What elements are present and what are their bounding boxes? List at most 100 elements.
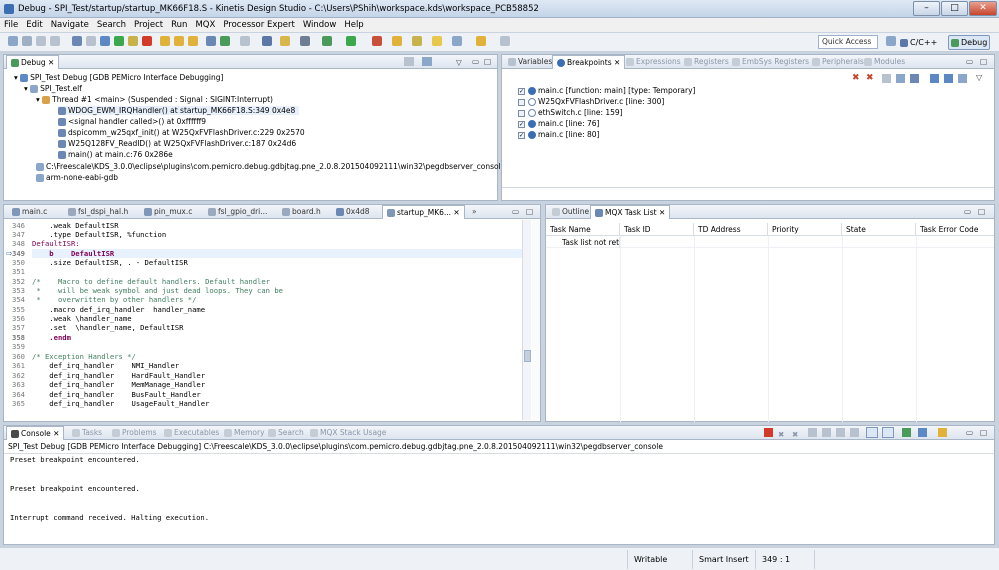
close-button[interactable]: ✕ bbox=[969, 1, 997, 16]
link-icon[interactable] bbox=[958, 74, 967, 83]
menu-project[interactable]: Project bbox=[130, 20, 167, 30]
tab-peripherals[interactable]: Peripherals bbox=[808, 55, 868, 69]
maximize-view-icon[interactable]: □ bbox=[484, 55, 491, 68]
menu-processor-expert[interactable]: Processor Expert bbox=[219, 20, 299, 30]
display-console-icon[interactable] bbox=[918, 428, 927, 437]
menu-edit[interactable]: Edit bbox=[22, 20, 46, 30]
pen-icon[interactable] bbox=[412, 36, 422, 46]
breakpoint-item[interactable]: ✓ main.c [function: main] [type: Temporar… bbox=[518, 86, 695, 95]
stack-frame[interactable]: W25Q128FV_ReadID() at W25QxFVFlashDriver… bbox=[58, 139, 296, 148]
tab-disassembly[interactable]: 0x4d8 bbox=[332, 205, 374, 219]
disconnect-icon[interactable] bbox=[86, 36, 96, 46]
connect-icon[interactable] bbox=[100, 36, 110, 46]
tree-launch[interactable]: ▾ SPI_Test Debug [GDB PEMicro Interface … bbox=[14, 73, 223, 82]
maximize-view-icon[interactable]: □ bbox=[978, 205, 985, 218]
step-into-icon[interactable] bbox=[160, 36, 170, 46]
code-line[interactable]: 363 def_irq_handler MemManage_Handler bbox=[12, 380, 205, 389]
clear-console-icon[interactable] bbox=[836, 428, 845, 437]
code-line[interactable]: 356 .weak \handler_name bbox=[12, 314, 132, 323]
code-line[interactable]: 362 def_irq_handler HardFault_Handler bbox=[12, 371, 205, 380]
menu-file[interactable]: File bbox=[0, 20, 22, 30]
console-output[interactable]: Preset breakpoint encountered. Preset br… bbox=[4, 453, 994, 545]
collapse-icon[interactable] bbox=[422, 57, 432, 66]
code-line[interactable]: 351 bbox=[12, 267, 32, 276]
editor-vertical-scrollbar[interactable] bbox=[522, 220, 531, 420]
pin-console-icon[interactable] bbox=[902, 428, 911, 437]
terminate-icon[interactable] bbox=[764, 428, 773, 437]
suspend-icon[interactable] bbox=[128, 36, 138, 46]
table-row[interactable]: Task list not retrie bbox=[546, 237, 994, 248]
breakpoint-checkbox[interactable]: ✓ bbox=[518, 131, 525, 139]
menu-help[interactable]: Help bbox=[340, 20, 367, 30]
stack-frame[interactable]: main() at main.c:76 0x286e bbox=[58, 150, 173, 159]
scrollbar-thumb[interactable] bbox=[524, 350, 531, 362]
use-step-filters-icon[interactable] bbox=[240, 36, 250, 46]
maximize-button[interactable]: □ bbox=[941, 1, 968, 16]
minimize-view-icon[interactable]: ▭ bbox=[966, 426, 973, 439]
open-folder-icon[interactable] bbox=[392, 36, 402, 46]
minimize-button[interactable]: – bbox=[913, 1, 940, 16]
scroll-lock-icon[interactable] bbox=[822, 428, 831, 437]
open-console-icon[interactable] bbox=[938, 428, 947, 437]
tree-server-process[interactable]: C:\Freescale\KDS_3.0.0\eclipse\plugins\c… bbox=[36, 162, 505, 171]
processor-expert-icon[interactable] bbox=[280, 36, 290, 46]
menu-navigate[interactable]: Navigate bbox=[47, 20, 93, 30]
code-line[interactable]: 358 .endm bbox=[12, 333, 71, 342]
minimize-view-icon[interactable]: ▭ bbox=[512, 205, 519, 218]
tab-breakpoints[interactable]: Breakpoints ✕ bbox=[552, 55, 626, 69]
tree-gdb-process[interactable]: arm-none-eabi-gdb bbox=[36, 173, 118, 182]
show-supported-icon[interactable] bbox=[882, 74, 891, 83]
menu-window[interactable]: Window bbox=[299, 20, 341, 30]
skip-breakpoints-icon[interactable] bbox=[72, 36, 82, 46]
tree-elf[interactable]: ▾ SPI_Test.elf bbox=[24, 84, 82, 93]
restart-icon[interactable] bbox=[220, 36, 230, 46]
external-tools-icon[interactable] bbox=[372, 36, 382, 46]
code-line[interactable]: 361 def_irq_handler NMI_Handler bbox=[12, 361, 179, 370]
back-icon[interactable] bbox=[476, 36, 486, 46]
minimize-view-icon[interactable]: ▭ bbox=[966, 55, 973, 68]
code-line-current[interactable]: 349 b DefaultISR bbox=[12, 249, 114, 258]
column-td-address[interactable]: TD Address bbox=[694, 223, 768, 236]
menu-run[interactable]: Run bbox=[167, 20, 191, 30]
stack-frame[interactable]: <signal handler called>() at 0xffffff9 bbox=[58, 117, 206, 126]
code-line[interactable]: 354 * overwritten by other handlers */ bbox=[12, 295, 196, 304]
tab-outline[interactable]: Outline bbox=[548, 205, 593, 219]
tab-tasks[interactable]: Tasks bbox=[68, 426, 106, 440]
code-line[interactable]: 348 DefaultISR: bbox=[12, 239, 80, 248]
tree-thread[interactable]: ▾ Thread #1 <main> (Suspended : Signal :… bbox=[36, 95, 273, 104]
tab-fsl-dspi-hal-h[interactable]: fsl_dspi_hal.h bbox=[64, 205, 132, 219]
word-wrap-icon[interactable] bbox=[850, 428, 859, 437]
tab-fsl-gpio-dri[interactable]: fsl_gpio_dri... bbox=[204, 205, 271, 219]
print-icon[interactable] bbox=[50, 36, 60, 46]
tab-main-c[interactable]: main.c bbox=[8, 205, 51, 219]
step-over-icon[interactable] bbox=[174, 36, 184, 46]
code-line[interactable]: 364 def_irq_handler BusFault_Handler bbox=[12, 390, 201, 399]
expand-all-icon[interactable] bbox=[930, 74, 939, 83]
next-annotation-icon[interactable] bbox=[452, 36, 462, 46]
column-task-id[interactable]: Task ID bbox=[620, 223, 694, 236]
remove-all-breakpoints-icon[interactable]: ✖ bbox=[866, 73, 874, 83]
save-icon[interactable] bbox=[22, 36, 32, 46]
column-priority[interactable]: Priority bbox=[768, 223, 842, 236]
tab-executables[interactable]: Executables bbox=[160, 426, 223, 440]
remove-breakpoint-icon[interactable]: ✖ bbox=[852, 73, 860, 83]
code-line[interactable]: 359 bbox=[12, 342, 32, 351]
collapse-all-icon[interactable] bbox=[944, 74, 953, 83]
maximize-view-icon[interactable]: □ bbox=[980, 55, 987, 68]
tab-mqx-task-list[interactable]: MQX Task List ✕ bbox=[590, 205, 671, 219]
new-icon[interactable] bbox=[8, 36, 18, 46]
minimize-view-icon[interactable]: ▭ bbox=[472, 55, 479, 68]
tab-variables[interactable]: Variables bbox=[504, 55, 556, 69]
run-icon[interactable] bbox=[346, 36, 356, 46]
breakpoint-item[interactable]: W25QxFVFlashDriver.c [line: 300] bbox=[518, 97, 664, 106]
perspective-debug[interactable]: Debug bbox=[948, 35, 990, 50]
perspective-c-cpp[interactable]: C/C++ bbox=[900, 35, 944, 50]
tab-console[interactable]: Console ✕ bbox=[6, 426, 65, 440]
tab-pin-mux-c[interactable]: pin_mux.c bbox=[140, 205, 196, 219]
settings-icon[interactable] bbox=[300, 36, 310, 46]
quick-access-input[interactable]: Quick Access bbox=[818, 35, 878, 49]
code-line[interactable]: 346 .weak DefaultISR bbox=[12, 221, 119, 230]
maximize-view-icon[interactable]: □ bbox=[980, 426, 987, 439]
terminate-icon[interactable] bbox=[142, 36, 152, 46]
show-stderr-icon[interactable] bbox=[882, 427, 894, 438]
